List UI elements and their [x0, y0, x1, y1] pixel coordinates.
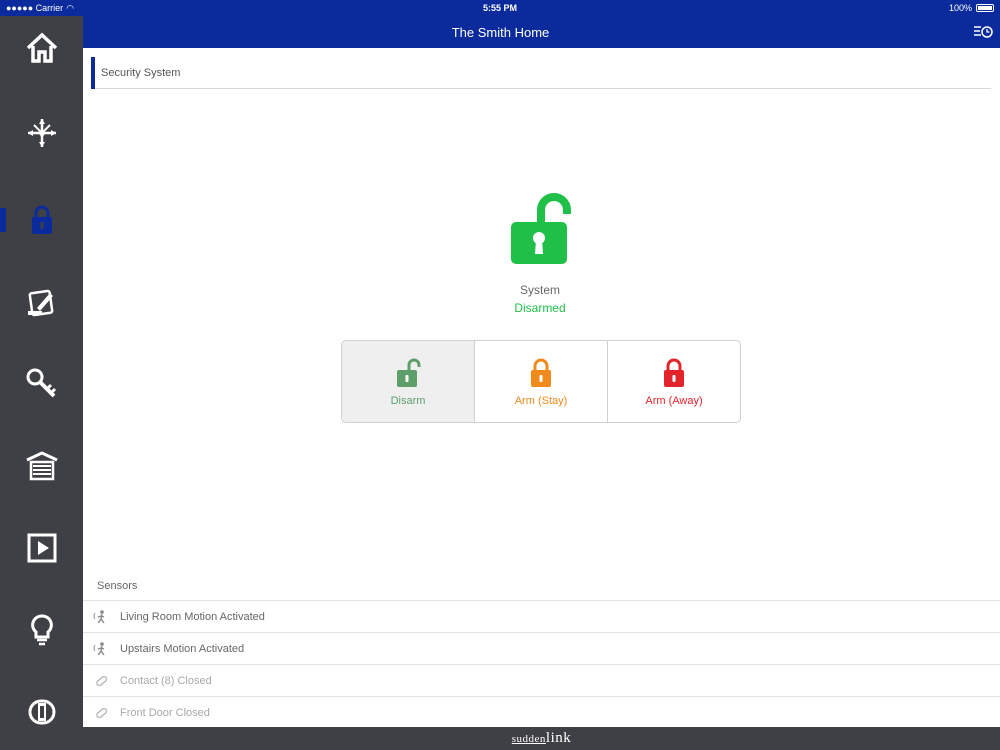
brand-prefix: sudden: [511, 733, 546, 745]
sidebar: [0, 0, 83, 750]
sensor-item[interactable]: Upstairs Motion Activated: [83, 632, 1000, 664]
sensors-header: Sensors: [97, 580, 138, 592]
arm-away-button[interactable]: Arm (Away): [608, 341, 740, 422]
thermostat-icon: [28, 699, 55, 725]
unlocked-padlock-icon: [397, 358, 421, 387]
battery-icon: [976, 4, 994, 12]
arm-stay-label: Arm (Stay): [514, 394, 568, 407]
padlock-icon: [664, 358, 684, 387]
play-icon: [27, 533, 56, 563]
clock: 5:55 PM: [482, 3, 517, 13]
section-title: Security System: [101, 67, 181, 79]
sensor-label: Upstairs Motion Activated: [120, 643, 245, 655]
sidebar-item-lights[interactable]: [0, 600, 83, 660]
sensor-label: Contact (8) Closed: [120, 675, 212, 687]
sidebar-item-security[interactable]: [0, 190, 83, 250]
list-clock-icon: [974, 26, 993, 38]
battery-percent: 100%: [948, 3, 972, 13]
section-header: Security System: [91, 57, 991, 89]
padlock-icon: [531, 358, 551, 387]
sidebar-item-video[interactable]: [0, 518, 83, 578]
lightbulb-icon: [30, 614, 53, 646]
system-state: Disarmed: [514, 301, 566, 315]
sidebar-item-garage[interactable]: [0, 436, 83, 496]
sensor-item[interactable]: Front Door Closed: [83, 696, 1000, 728]
app-root: ●●●●● Carrier ◠ 5:55 PM 100% The Smith Ho…: [0, 0, 1000, 750]
system-status: System Disarmed: [490, 190, 590, 315]
motion-icon: [93, 610, 105, 624]
disarm-label: Disarm: [390, 394, 426, 407]
history-menu-button[interactable]: [972, 22, 994, 42]
lock-icon: [31, 205, 52, 234]
disarm-button[interactable]: Disarm: [342, 341, 475, 422]
system-label: System: [519, 283, 560, 297]
sidebar-item-thermostat[interactable]: [0, 682, 83, 742]
key-icon: [26, 368, 56, 398]
contact-icon: [96, 675, 108, 687]
tablet-pen-icon: [27, 289, 53, 317]
sidebar-item-tablet[interactable]: [0, 272, 83, 332]
arm-mode-selector: Disarm Arm (Stay) Arm (Away): [341, 340, 741, 423]
sensor-label: Living Room Motion Activated: [120, 611, 265, 623]
footer: suddenlink: [83, 727, 1000, 750]
unlocked-padlock-icon: [511, 193, 571, 264]
sidebar-item-keys[interactable]: [0, 354, 83, 414]
battery-status: 100%: [949, 3, 994, 13]
status-bar: ●●●●● Carrier ◠ 5:55 PM 100%: [0, 0, 1000, 16]
sensor-list: Living Room Motion Activated Upstairs Mo…: [83, 600, 1000, 728]
sidebar-item-network[interactable]: [0, 103, 83, 163]
home-title: The Smith Home: [451, 25, 550, 40]
brand-suffix: link: [545, 730, 572, 746]
sensor-item[interactable]: Contact (8) Closed: [83, 664, 1000, 696]
network-icon: [27, 119, 56, 147]
sensor-label: Front Door Closed: [120, 707, 210, 719]
section-accent-bar: [91, 57, 95, 89]
arm-stay-button[interactable]: Arm (Stay): [475, 341, 608, 422]
sensor-item[interactable]: Living Room Motion Activated: [83, 600, 1000, 632]
sidebar-item-home[interactable]: [0, 18, 83, 78]
suddenlink-logo: suddenlink: [83, 730, 1000, 747]
arm-away-label: Arm (Away): [645, 394, 703, 407]
contact-icon: [96, 707, 108, 719]
garage-icon: [25, 451, 58, 481]
app-header: The Smith Home: [83, 16, 1000, 48]
motion-icon: [93, 642, 105, 656]
home-icon: [26, 32, 57, 63]
